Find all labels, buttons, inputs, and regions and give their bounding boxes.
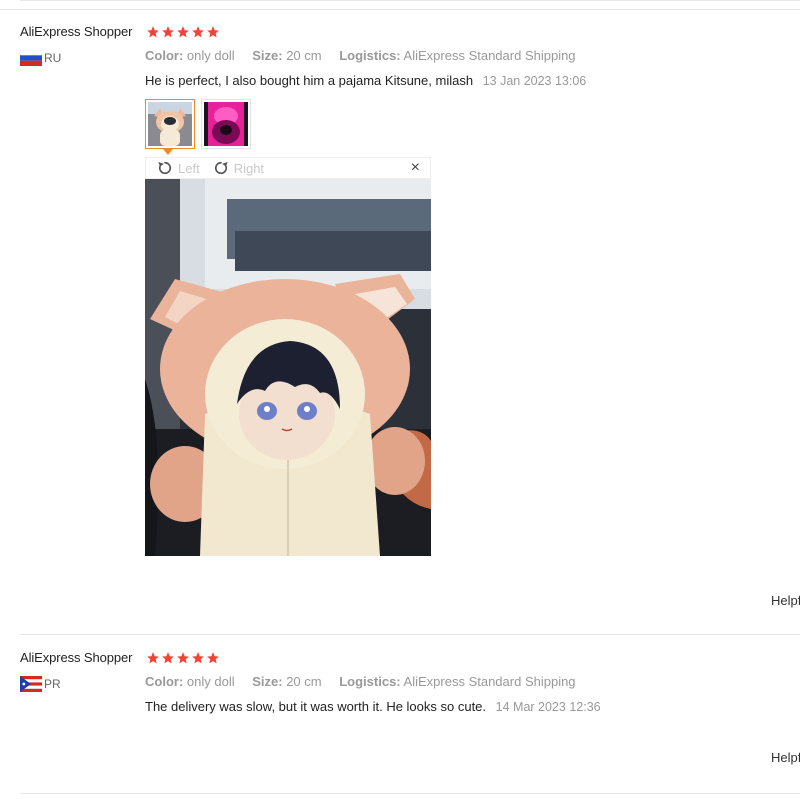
country-code: PR <box>44 677 61 691</box>
review-text-row: The delivery was slow, but it was worth … <box>145 699 601 714</box>
doll-photo-thumbnail <box>148 102 192 146</box>
review-divider <box>20 634 800 635</box>
review-item: AliExpress Shopper PR Color: only doll S… <box>0 636 800 794</box>
photo-viewer: Left Right × <box>145 157 431 556</box>
rotate-right-icon <box>214 161 228 175</box>
rotate-left-label: Left <box>178 160 200 176</box>
rotate-left-icon <box>158 161 172 175</box>
review-text-row: He is perfect, I also bought him a pajam… <box>145 73 586 88</box>
review-text: The delivery was slow, but it was worth … <box>145 699 487 714</box>
star-icon <box>147 652 159 664</box>
review-item: AliExpress Shopper RU Color: only doll S… <box>0 10 800 635</box>
logistics-label: Logistics: <box>339 674 401 689</box>
top-divider <box>20 0 800 1</box>
star-icon <box>177 652 189 664</box>
star-icon <box>192 26 204 38</box>
review-text: He is perfect, I also bought him a pajam… <box>145 73 474 88</box>
logistics-value: AliExpress Standard Shipping <box>403 48 576 63</box>
color-label: Color: <box>145 48 184 63</box>
doll-photo-thumbnail <box>204 102 248 146</box>
color-label: Color: <box>145 674 184 689</box>
size-value: 20 cm <box>286 48 322 63</box>
helpful-button[interactable]: Helpf <box>771 750 800 765</box>
doll-photo-large <box>145 179 431 556</box>
rotate-right-label: Right <box>233 160 265 176</box>
logistics-label: Logistics: <box>339 48 401 63</box>
star-icon <box>162 26 174 38</box>
order-info: Color: only doll Size: 20 cm Logistics: … <box>145 48 576 63</box>
star-rating <box>146 25 220 39</box>
color-value: only doll <box>186 674 235 689</box>
star-icon <box>207 652 219 664</box>
star-icon <box>147 26 159 38</box>
photo-thumbnail[interactable] <box>201 99 251 149</box>
size-value: 20 cm <box>286 674 322 689</box>
star-icon <box>162 652 174 664</box>
review-divider <box>20 793 800 794</box>
rotate-right-button[interactable]: Right <box>212 159 264 177</box>
reviewer-country: RU <box>20 50 61 66</box>
rotate-left-button[interactable]: Left <box>156 159 200 177</box>
star-icon <box>192 652 204 664</box>
photo-viewer-toolbar: Left Right × <box>145 157 431 179</box>
review-timestamp: 14 Mar 2023 12:36 <box>495 700 601 714</box>
photo-thumbnail[interactable] <box>145 99 195 155</box>
star-icon <box>177 26 189 38</box>
order-info: Color: only doll Size: 20 cm Logistics: … <box>145 674 576 689</box>
star-rating <box>146 651 220 665</box>
active-thumbnail-pointer <box>163 149 173 155</box>
star-icon <box>207 26 219 38</box>
puerto-rico-flag-icon <box>20 676 42 692</box>
color-value: only doll <box>186 48 235 63</box>
reviewer-country: PR <box>20 676 61 692</box>
helpful-button[interactable]: Helpf <box>771 593 800 608</box>
size-label: Size: <box>252 48 283 63</box>
size-label: Size: <box>252 674 283 689</box>
reviewer-name: AliExpress Shopper <box>20 650 133 665</box>
review-timestamp: 13 Jan 2023 13:06 <box>482 74 587 88</box>
close-viewer-button[interactable]: × <box>411 159 420 177</box>
reviewer-name: AliExpress Shopper <box>20 24 133 39</box>
logistics-value: AliExpress Standard Shipping <box>403 674 576 689</box>
country-code: RU <box>44 51 62 65</box>
review-photos <box>145 99 251 155</box>
russia-flag-icon <box>20 50 42 66</box>
